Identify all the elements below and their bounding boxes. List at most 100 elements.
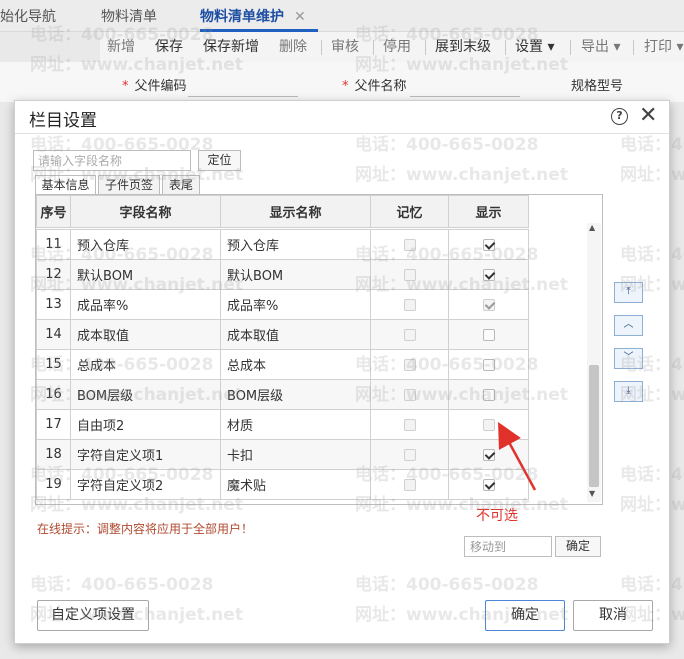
show-cell — [448, 349, 529, 380]
tab-bom-list[interactable]: 物料清单 — [101, 0, 157, 32]
field-name-cell: BOM层级 — [70, 379, 221, 410]
delete-button[interactable]: 删除 — [279, 32, 307, 62]
show-cell — [448, 409, 529, 440]
table-row[interactable]: 14 成本取值 成本取值 — [36, 319, 529, 350]
subtab-footer[interactable]: 表尾 — [162, 175, 200, 195]
show-cell — [448, 469, 529, 500]
show-checkbox[interactable] — [482, 388, 495, 401]
remember-cell — [370, 469, 449, 500]
scroll-down-icon[interactable]: ▼ — [589, 489, 595, 498]
move-down-button[interactable]: ﹀ — [614, 348, 643, 369]
remember-cell — [370, 229, 449, 260]
table-row[interactable]: 11 预入仓库 预入仓库 — [36, 229, 529, 260]
table-row[interactable]: 16 BOM层级 BOM层级 — [36, 379, 529, 410]
export-menu[interactable]: 导出 ▾ — [581, 32, 620, 62]
tab-bom-maintain[interactable]: 物料清单维护 ✕ — [200, 0, 318, 32]
scroll-up-icon[interactable]: ▲ — [589, 223, 595, 232]
move-bottom-button[interactable]: ⤓ — [614, 381, 643, 402]
tab-init-nav[interactable]: 始化导航 — [0, 0, 56, 32]
column-header-show[interactable]: 显示 — [448, 195, 529, 228]
display-name-cell[interactable]: 总成本 — [220, 349, 371, 380]
display-name-cell[interactable]: BOM层级 — [220, 379, 371, 410]
subtab-child-page[interactable]: 子件页签 — [98, 175, 160, 195]
display-name-cell[interactable]: 卡扣 — [220, 439, 371, 470]
table-row[interactable]: 13 成品率% 成品率% — [36, 289, 529, 320]
subtab-basic-info[interactable]: 基本信息 — [35, 175, 96, 195]
chevron-down-icon: ▾ — [676, 39, 684, 55]
show-cell — [448, 259, 529, 290]
show-checkbox[interactable] — [482, 478, 495, 491]
remember-checkbox — [403, 358, 416, 371]
remember-checkbox — [403, 298, 416, 311]
save-new-button[interactable]: 保存新增 — [203, 32, 259, 62]
move-top-button[interactable]: ⤒ — [614, 282, 643, 303]
column-header-field[interactable]: 字段名称 — [70, 195, 221, 228]
display-name-cell[interactable]: 魔术贴 — [220, 469, 371, 500]
remember-checkbox — [403, 328, 416, 341]
field-name-cell: 预入仓库 — [70, 229, 221, 260]
header-form: * 父件编码 * 父件名称 规格型号 — [0, 62, 684, 102]
display-name-cell[interactable]: 成品率% — [220, 289, 371, 320]
column-header-remember[interactable]: 记忆 — [370, 195, 449, 228]
parent-name-label: * 父件名称 — [342, 79, 407, 94]
settings-menu[interactable]: 设置 ▾ — [515, 32, 554, 62]
help-icon[interactable]: ? — [611, 108, 628, 125]
field-search-input[interactable] — [33, 150, 191, 171]
row-number: 15 — [36, 349, 71, 380]
audit-button[interactable]: 审核 — [331, 32, 359, 62]
row-number: 19 — [36, 469, 71, 500]
move-up-button[interactable]: ︿ — [614, 315, 643, 336]
display-name-cell[interactable]: 材质 — [220, 409, 371, 440]
table-row[interactable]: 19 字符自定义项2 魔术贴 — [36, 469, 529, 500]
new-button[interactable]: 新增 — [107, 32, 135, 62]
table-row[interactable]: 15 总成本 总成本 — [36, 349, 529, 380]
column-header-no[interactable]: 序号 — [36, 195, 71, 228]
show-cell — [448, 229, 529, 260]
display-name-cell[interactable]: 成本取值 — [220, 319, 371, 350]
field-name-cell: 成本取值 — [70, 319, 221, 350]
remember-cell — [370, 289, 449, 320]
spec-label: 规格型号 — [571, 79, 624, 94]
row-number: 12 — [36, 259, 71, 290]
parent-name-field[interactable] — [410, 96, 520, 97]
move-to-confirm-button[interactable]: 确定 — [555, 536, 601, 557]
table-row[interactable]: 18 字符自定义项1 卡扣 — [36, 439, 529, 470]
expand-to-last-button[interactable]: 展到末级 — [435, 32, 491, 62]
move-to-input[interactable] — [464, 536, 552, 557]
tab-bar: 始化导航 物料清单 物料清单维护 ✕ — [0, 0, 684, 32]
show-checkbox[interactable] — [482, 448, 495, 461]
dialog-close-icon[interactable]: ✕ — [639, 102, 657, 130]
row-number: 11 — [36, 229, 71, 260]
table-row[interactable]: 12 默认BOM 默认BOM — [36, 259, 529, 290]
show-checkbox[interactable] — [482, 238, 495, 251]
row-number: 16 — [36, 379, 71, 410]
table-row[interactable]: 17 自由项2 材质 — [36, 409, 529, 440]
show-checkbox[interactable] — [482, 328, 495, 341]
locate-button[interactable]: 定位 — [198, 150, 241, 171]
chevron-down-icon: ﹀ — [623, 352, 634, 363]
dialog-header: 栏目设置 ? ✕ — [15, 101, 669, 134]
column-header-display[interactable]: 显示名称 — [220, 195, 371, 228]
toolbar-divider — [321, 40, 322, 55]
table-header-row: 序号 字段名称 显示名称 记忆 显示 — [36, 195, 529, 228]
display-name-cell[interactable]: 预入仓库 — [220, 229, 371, 260]
export-label: 导出 — [581, 39, 609, 55]
scroll-thumb[interactable] — [589, 365, 599, 487]
save-button[interactable]: 保存 — [155, 32, 183, 62]
grid-scrollbar[interactable]: ▲ ▼ — [587, 223, 601, 502]
show-cell — [448, 319, 529, 350]
remember-checkbox — [403, 238, 416, 251]
ok-button[interactable]: 确定 — [485, 600, 565, 631]
field-name-cell: 成品率% — [70, 289, 221, 320]
display-name-cell[interactable]: 默认BOM — [220, 259, 371, 290]
parent-code-field[interactable] — [188, 96, 298, 97]
custom-item-settings-button[interactable]: 自定义项设置 — [37, 600, 149, 631]
show-checkbox[interactable] — [482, 268, 495, 281]
row-number: 17 — [36, 409, 71, 440]
disable-button[interactable]: 停用 — [383, 32, 411, 62]
cancel-button[interactable]: 取消 — [573, 600, 653, 631]
close-icon[interactable]: ✕ — [294, 9, 306, 25]
print-menu[interactable]: 打印 ▾ — [644, 32, 683, 62]
column-settings-dialog: 栏目设置 ? ✕ 定位 基本信息 子件页签 表尾 序号 字段名称 显示名称 记忆… — [14, 100, 670, 644]
show-checkbox[interactable] — [482, 358, 495, 371]
